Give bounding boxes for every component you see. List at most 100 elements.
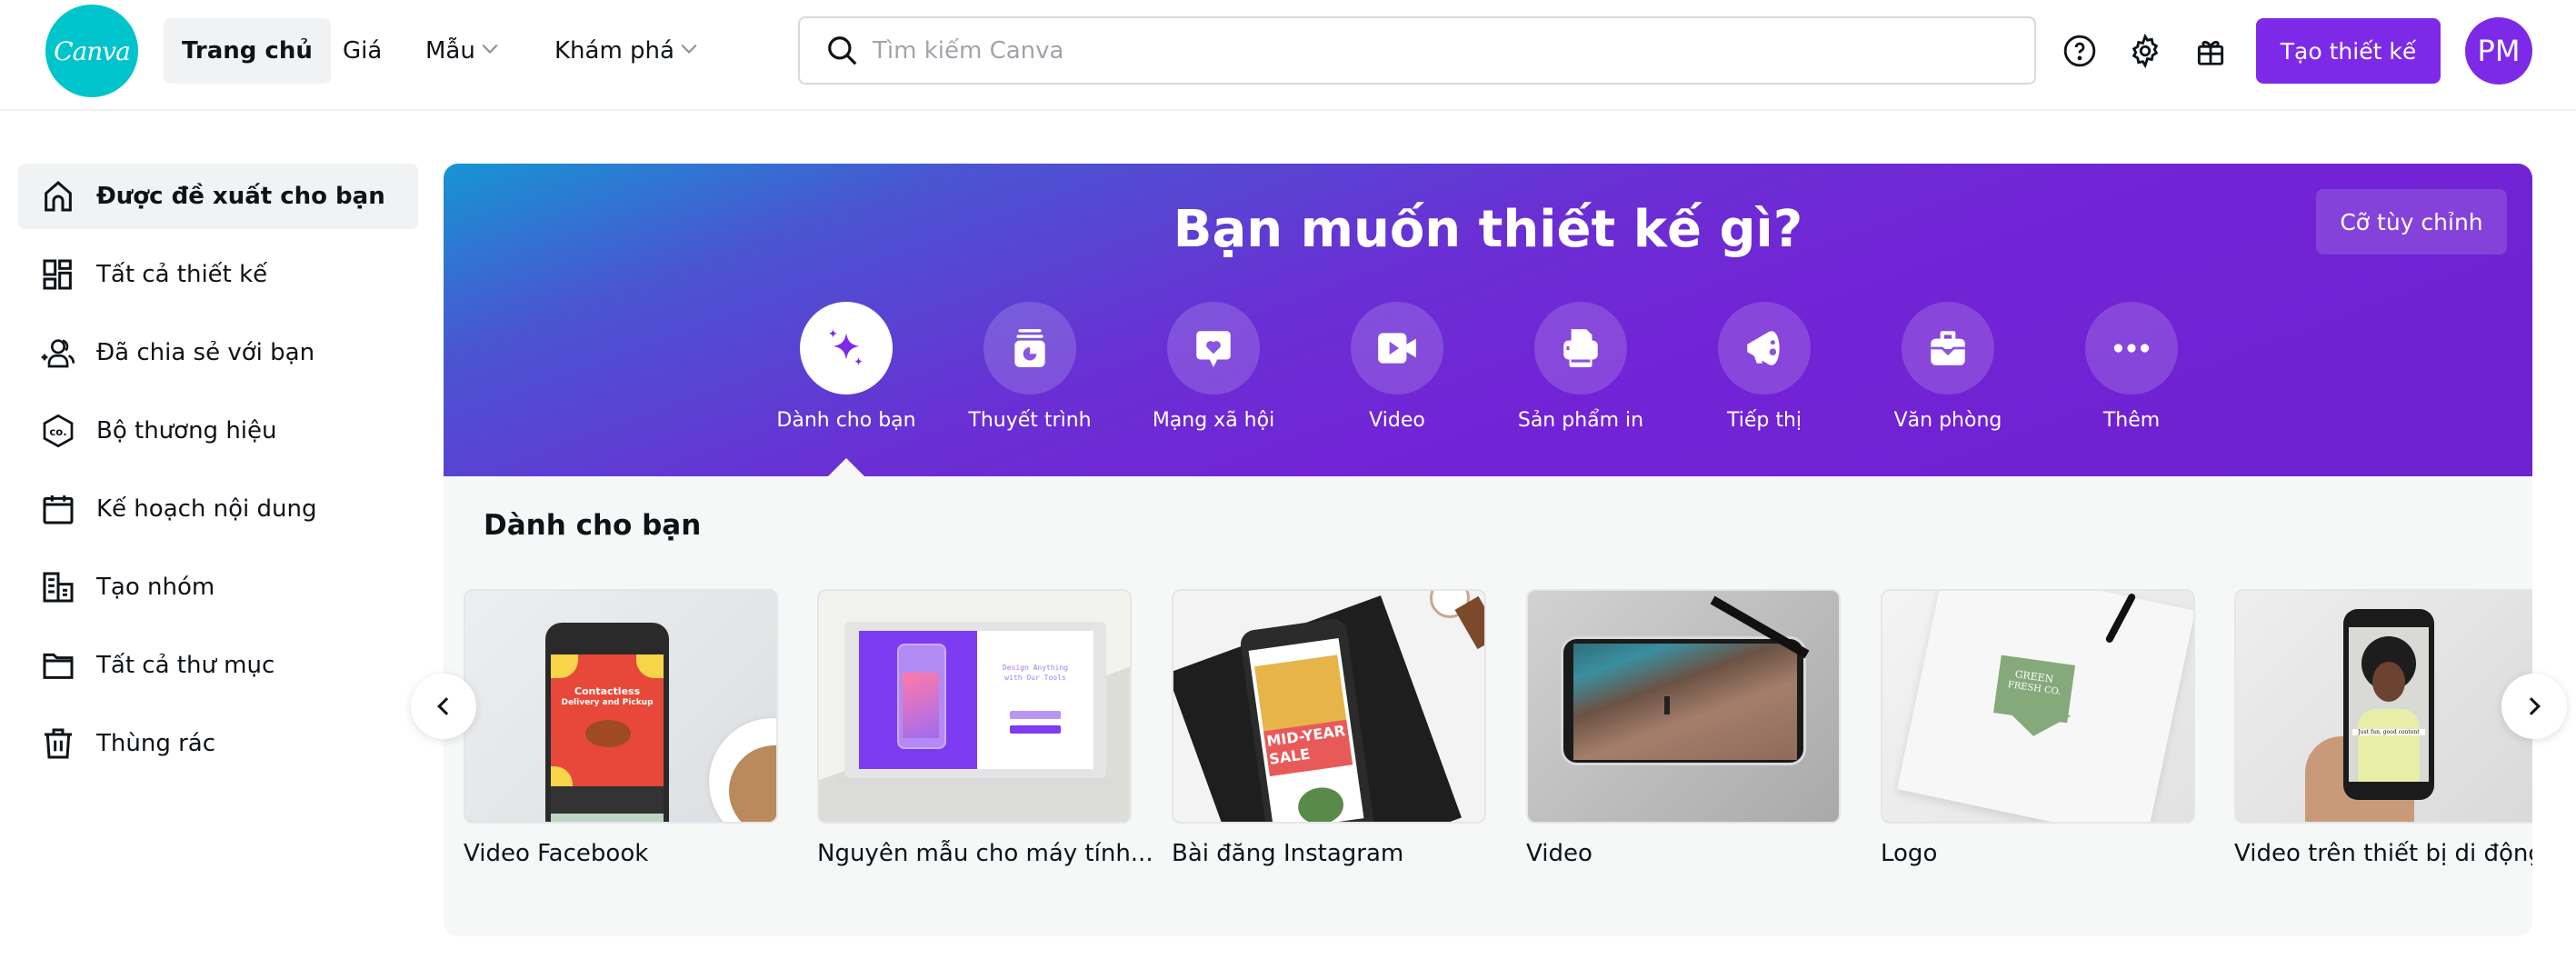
nav-home-label: Trang chủ [182, 37, 313, 65]
search-icon [828, 35, 857, 65]
chevron-down-icon [482, 37, 498, 54]
thumbnail-facebook-video: Contactless Delivery and Pickup [464, 589, 778, 824]
sidebar-item-label: Thùng rác [96, 730, 216, 757]
logo-text: Canva [54, 35, 131, 66]
nav-discover-label: Khám phá [554, 37, 674, 65]
active-category-pointer [828, 458, 864, 476]
svg-text:co.: co. [49, 425, 66, 438]
sidebar: Được đề xuất cho bạn Tất cả thiết kế Đã … [18, 164, 418, 789]
nav-templates[interactable]: Mẫu [407, 18, 514, 84]
template-card-video[interactable]: Video [1526, 589, 1841, 867]
category-circle [800, 302, 893, 395]
category-label: Văn phòng [1893, 409, 2002, 432]
thumbnail-desktop-prototype: Design Anything with Our Tools [817, 589, 1132, 824]
folder-icon [43, 653, 74, 679]
sidebar-item-label: Bộ thương hiệu [96, 417, 277, 445]
thumb-text: Just fun, good content [2352, 729, 2425, 735]
category-circle [1167, 302, 1260, 395]
category-more[interactable]: Thêm [2050, 302, 2213, 432]
nav-templates-label: Mẫu [425, 37, 475, 65]
card-label: Logo [1881, 840, 1938, 867]
create-design-label: Tạo thiết kế [2280, 37, 2417, 65]
template-card-mobile-video[interactable]: Just fun, good content Video trên thiết … [2234, 589, 2532, 867]
sidebar-item-brand-kit[interactable]: co. Bộ thương hiệu [18, 398, 418, 464]
category-label: Mạng xã hội [1152, 409, 1275, 432]
card-label: Video trên thiết bị di động [2234, 840, 2532, 867]
card-label: Bài đăng Instagram [1172, 840, 1404, 867]
category-for-you[interactable]: Dành cho bạn [764, 302, 928, 432]
video-camera-icon [1378, 333, 1416, 364]
shared-users-icon [41, 339, 75, 368]
help-icon[interactable] [2062, 33, 2098, 69]
template-card-logo[interactable]: GREEN FRESH CO. Logo [1881, 589, 2195, 867]
nav-pricing[interactable]: Giá [324, 18, 400, 84]
carousel-prev-button[interactable] [411, 674, 476, 739]
carousel-next-button[interactable] [2501, 674, 2567, 739]
sidebar-item-recommended[interactable]: Được đề xuất cho bạn [18, 164, 418, 229]
thumbnail-video [1526, 589, 1841, 824]
search-bar[interactable] [798, 16, 2036, 85]
template-card-facebook-video[interactable]: Contactless Delivery and Pickup Video Fa… [464, 589, 778, 867]
custom-size-label: Cỡ tùy chỉnh [2340, 208, 2483, 235]
design-type-hero: Bạn muốn thiết kế gì? Cỡ tùy chỉnh Dành … [444, 164, 2532, 476]
template-card-instagram-post[interactable]: MID-YEAR SALE Bài đăng Instagram [1172, 589, 1486, 867]
sidebar-item-all-designs[interactable]: Tất cả thiết kế [18, 242, 418, 307]
thumb-text: Contactless [574, 685, 641, 697]
grid-icon [43, 259, 72, 290]
sidebar-item-all-folders[interactable]: Tất cả thư mục [18, 633, 418, 698]
more-dots-icon [2113, 344, 2150, 353]
card-label: Nguyên mẫu cho máy tính... [817, 840, 1153, 867]
building-icon [43, 572, 74, 603]
nav-home[interactable]: Trang chủ [164, 18, 331, 84]
category-video[interactable]: Video [1315, 302, 1479, 432]
sidebar-item-trash[interactable]: Thùng rác [18, 711, 418, 776]
sidebar-item-label: Đã chia sẻ với bạn [96, 339, 315, 366]
thumbnail-instagram-post: MID-YEAR SALE [1172, 589, 1486, 824]
sidebar-item-content-planner[interactable]: Kế hoạch nội dung [18, 476, 418, 542]
thumb-text: with Our Tools [1004, 674, 1066, 682]
gift-icon[interactable] [2192, 33, 2229, 69]
category-marketing[interactable]: Tiếp thị [1682, 302, 1846, 432]
sidebar-item-shared[interactable]: Đã chia sẻ với bạn [18, 320, 418, 385]
card-label: Video Facebook [464, 840, 649, 867]
user-avatar[interactable]: PM [2465, 17, 2532, 85]
canva-logo[interactable]: Canva [45, 5, 138, 97]
chevron-left-icon [437, 697, 455, 715]
custom-size-button[interactable]: Cỡ tùy chỉnh [2316, 189, 2507, 255]
category-label: Dành cho bạn [776, 409, 916, 432]
template-card-desktop-prototype[interactable]: Design Anything with Our Tools Nguyên mẫ… [817, 589, 1153, 867]
category-circle [983, 302, 1076, 395]
for-you-section: Dành cho bạn Contactless Delivery and Pi… [444, 476, 2532, 936]
create-design-button[interactable]: Tạo thiết kế [2256, 18, 2441, 84]
category-circle [1534, 302, 1627, 395]
thumbnail-logo: GREEN FRESH CO. [1881, 589, 2195, 824]
category-office[interactable]: Văn phòng [1866, 302, 2030, 432]
category-circle [1351, 302, 1443, 395]
sidebar-item-create-team[interactable]: Tạo nhóm [18, 554, 418, 620]
sidebar-item-label: Tất cả thiết kế [96, 261, 268, 288]
search-input[interactable] [873, 36, 1963, 65]
sidebar-item-label: Tất cả thư mục [96, 652, 275, 679]
sidebar-item-label: Kế hoạch nội dung [96, 495, 317, 523]
category-label: Video [1369, 409, 1425, 432]
thumb-text: Delivery and Pickup [561, 698, 654, 707]
gear-icon[interactable] [2127, 33, 2163, 69]
presentation-icon [1014, 329, 1045, 367]
category-print-products[interactable]: Sản phẩm in [1499, 302, 1662, 432]
trash-icon [45, 728, 72, 759]
category-circle [1902, 302, 1994, 395]
category-social-media[interactable]: Mạng xã hội [1132, 302, 1295, 432]
thumb-text: Design Anything [1002, 664, 1069, 672]
nav-discover[interactable]: Khám phá [536, 18, 713, 84]
home-icon [45, 181, 72, 212]
category-presentation[interactable]: Thuyết trình [948, 302, 1112, 432]
top-navigation-bar: Canva Trang chủ Giá Mẫu Khám phá Tạo thi… [0, 0, 2576, 111]
printer-icon [1563, 329, 1598, 367]
category-circle [2085, 302, 2178, 395]
card-label: Video [1526, 840, 1593, 867]
category-label: Sản phẩm in [1517, 409, 1644, 432]
category-label: Thêm [2102, 409, 2161, 432]
hero-title: Bạn muốn thiết kế gì? [1173, 200, 1803, 259]
chevron-down-icon [681, 37, 697, 54]
category-circle [1718, 302, 1811, 395]
